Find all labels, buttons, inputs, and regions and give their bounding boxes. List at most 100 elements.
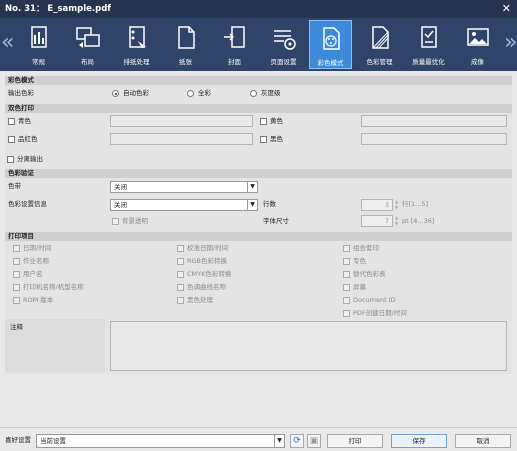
preset-select[interactable]: 当前设置 ▼: [36, 434, 285, 448]
color-info-label: 色彩设置信息: [8, 200, 47, 208]
preset-label: 喜好设置: [5, 436, 31, 444]
close-icon[interactable]: ✕: [502, 0, 511, 18]
rows-label: 行数: [263, 200, 276, 208]
imaging-icon: [466, 28, 489, 46]
chevron-down-icon: ▼: [247, 200, 257, 210]
output-color-label: 输出色彩: [8, 89, 34, 97]
checkbox[interactable]: [177, 245, 184, 252]
tab-label: 常规: [32, 58, 45, 66]
checkbox[interactable]: [13, 245, 20, 252]
tab-layout[interactable]: 布局: [66, 20, 109, 69]
color-info-value: 关闭: [114, 201, 127, 209]
checkbox[interactable]: [13, 258, 20, 265]
color-info-select[interactable]: 关闭 ▼: [110, 199, 258, 211]
cyan-field: [110, 115, 253, 127]
font-size-unit: pt [4...36]: [402, 217, 435, 225]
rows-input[interactable]: 3: [361, 199, 393, 211]
tab-general[interactable]: 常规: [17, 20, 60, 69]
tab-paper[interactable]: 纸张: [164, 20, 207, 69]
print-item-label: RGB色彩转换: [187, 257, 228, 265]
print-item-label: 替代色彩表: [353, 270, 386, 278]
checkbox[interactable]: [177, 297, 184, 304]
cancel-button[interactable]: 取消: [455, 434, 511, 448]
tab-cover[interactable]: 封面: [213, 20, 256, 69]
tab-color-mode[interactable]: 彩色模式: [309, 20, 352, 69]
separation-checkbox[interactable]: [7, 156, 14, 163]
radio-auto-color[interactable]: [112, 90, 119, 97]
magenta-label: 品红色: [18, 135, 38, 143]
cyan-checkbox[interactable]: [8, 118, 15, 125]
print-item-label: 黑色处理: [187, 296, 213, 304]
font-size-input[interactable]: 7: [361, 215, 393, 227]
chevron-down-icon: ▼: [274, 435, 284, 447]
tab-finishing[interactable]: 排纸处理: [115, 20, 158, 69]
print-item-label: 屏幕: [353, 283, 366, 291]
checkbox[interactable]: [177, 271, 184, 278]
tab-color-management[interactable]: 色彩管理: [358, 20, 401, 69]
section-header-two-color: 双色打印: [5, 104, 512, 113]
tab-label: 页面设置: [270, 58, 297, 66]
checkbox[interactable]: [343, 245, 350, 252]
color-mode-icon: [322, 27, 340, 50]
checkbox[interactable]: [13, 297, 20, 304]
tab-label: 排纸处理: [123, 58, 150, 66]
radio-full-color[interactable]: [187, 90, 194, 97]
window-title: No. 31： E_sample.pdf: [5, 4, 111, 14]
layout-icon: [75, 27, 100, 48]
tab-quality[interactable]: 质量最优化: [407, 20, 450, 69]
checkbox[interactable]: [343, 310, 350, 317]
checkbox[interactable]: [343, 284, 350, 291]
note-textarea[interactable]: [110, 321, 507, 371]
magenta-checkbox[interactable]: [8, 136, 15, 143]
black-label: 黑色: [270, 135, 283, 143]
separation-label[interactable]: 分离输出: [17, 155, 43, 164]
radio-auto-color-label[interactable]: 自动色彩: [123, 89, 149, 98]
color-band-label: 色带: [8, 182, 21, 190]
save-preset-icon[interactable]: ▣: [307, 434, 321, 448]
color-band-value: 关闭: [114, 183, 127, 191]
tab-label: 成像: [471, 58, 484, 66]
quality-icon: [420, 26, 437, 48]
finishing-icon: [128, 26, 146, 48]
rows-stepper[interactable]: ▲ ▼: [393, 199, 400, 211]
refresh-icon[interactable]: ⟳: [290, 434, 304, 448]
chevron-down-icon: ▼: [247, 182, 257, 192]
tab-label: 彩色模式: [317, 59, 344, 67]
print-item-label: 组合套印: [353, 244, 379, 252]
checkbox[interactable]: [177, 258, 184, 265]
font-size-label: 字体尺寸: [263, 217, 289, 225]
section-header-print-items: 打印项目: [5, 232, 512, 241]
save-button[interactable]: 保存: [391, 434, 447, 448]
checkbox[interactable]: [343, 258, 350, 265]
bg-transparent-checkbox[interactable]: [112, 218, 119, 225]
rows-unit: 行[1...5]: [402, 200, 429, 208]
font-size-stepper[interactable]: ▲ ▼: [393, 215, 400, 227]
general-icon: [30, 26, 47, 48]
radio-grayscale[interactable]: [250, 90, 257, 97]
tab-imaging[interactable]: 成像: [456, 20, 499, 69]
black-checkbox[interactable]: [260, 136, 267, 143]
tab-toolbar: « » 常规 布局 排纸处理 纸张 封面 页面设置 彩色模式 色彩管理 质量最优…: [0, 18, 517, 71]
print-item-label: 专色: [353, 257, 366, 265]
color-band-select[interactable]: 关闭 ▼: [110, 181, 258, 193]
note-label: 注释: [10, 323, 23, 331]
checkbox[interactable]: [13, 271, 20, 278]
checkbox[interactable]: [13, 284, 20, 291]
tab-label: 布局: [81, 58, 94, 66]
scroll-left-icon[interactable]: «: [1, 28, 14, 58]
yellow-checkbox[interactable]: [260, 118, 267, 125]
print-item-label: 日期/时间: [23, 244, 52, 252]
yellow-field: [361, 115, 507, 127]
checkbox[interactable]: [343, 271, 350, 278]
radio-grayscale-label[interactable]: 灰度级: [261, 89, 281, 98]
checkbox[interactable]: [343, 297, 350, 304]
window-titlebar: No. 31： E_sample.pdf ✕: [0, 0, 517, 18]
checkbox[interactable]: [177, 284, 184, 291]
print-item-label: ROM 版本: [23, 296, 54, 304]
cyan-label: 青色: [18, 117, 31, 125]
scroll-right-icon[interactable]: »: [504, 28, 517, 58]
radio-full-color-label[interactable]: 全彩: [198, 89, 211, 98]
settings-panel: 彩色模式 输出色彩 自动色彩 全彩 灰度级 双色打印 青色 黄色 品红色 黑色 …: [5, 74, 512, 374]
print-button[interactable]: 打印: [327, 434, 383, 448]
tab-page-setup[interactable]: 页面设置: [262, 20, 305, 69]
